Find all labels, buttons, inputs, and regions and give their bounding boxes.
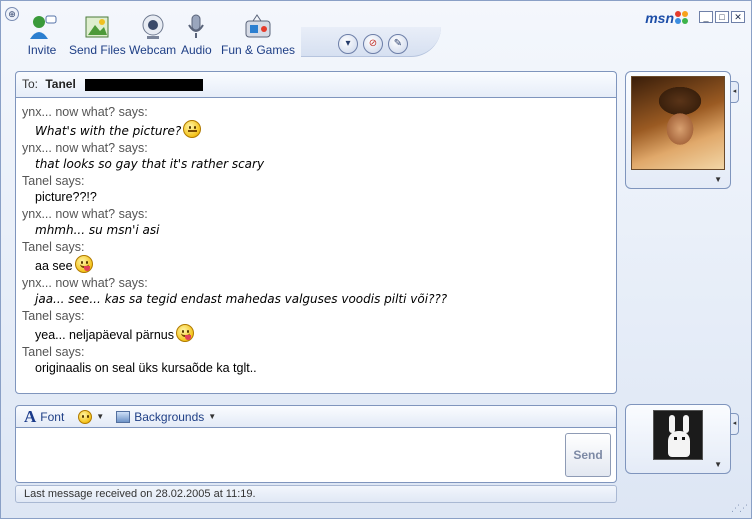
invite-button[interactable]: Invite [27, 13, 57, 57]
message-text: aa see [22, 255, 610, 275]
message-text: What's with the picture? [22, 120, 610, 140]
message-text-content: What's with the picture? [35, 124, 182, 138]
contact-name[interactable]: Tanel [45, 77, 75, 91]
message-text-content: that looks so gay that it's rather scary [35, 157, 265, 171]
backgrounds-button[interactable]: Backgrounds ▼ [116, 410, 216, 424]
message-text: jaa... see... kas sa tegid endast maheda… [22, 291, 610, 308]
message-text: originaalis on seal üks kursaõde ka tglt… [22, 360, 610, 377]
message-sender: Tanel says: [22, 240, 85, 254]
conversation-window: ⊕ msn _ □ ✕ Invite Send Files Webcam Aud… [0, 0, 752, 519]
more-button[interactable]: ▾ [338, 34, 358, 54]
send-files-icon [82, 13, 112, 41]
message-sender: ynx... now what? says: [22, 105, 148, 119]
send-files-label: Send Files [69, 43, 126, 57]
message-sender: ynx... now what? says: [22, 141, 148, 155]
chevron-down-icon: ▼ [96, 412, 105, 421]
to-label: To: [22, 77, 39, 91]
redacted-email [85, 78, 204, 91]
collapse-my-picture-tab[interactable]: ◂ [731, 413, 739, 435]
format-toolbar: A Font ▼ Backgrounds ▼ [15, 405, 617, 427]
fun-games-icon [243, 13, 273, 41]
msn-butterfly-icon [675, 11, 689, 25]
contact-picture-frame[interactable]: ▼ [625, 71, 731, 189]
msn-logo: msn [645, 10, 689, 26]
webcam-icon [138, 13, 168, 41]
close-button[interactable]: ✕ [731, 11, 745, 23]
send-files-button[interactable]: Send Files [69, 13, 126, 57]
message-text-content: picture??!? [35, 190, 97, 204]
message-text: mhmh... su msn'i asi [22, 222, 610, 239]
confused-emoticon-icon [183, 120, 202, 138]
tongue-emoticon-icon [175, 324, 194, 342]
maximize-button[interactable]: □ [715, 11, 729, 23]
paint-icon: ✎ [393, 38, 403, 49]
status-bar: Last message received on 28.02.2005 at 1… [15, 485, 617, 503]
message-sender: Tanel says: [22, 345, 85, 359]
resize-grip-icon[interactable]: ⋰⋰ [731, 503, 748, 514]
fun-games-button[interactable]: Fun & Games [221, 13, 295, 57]
my-display-picture [653, 410, 703, 460]
message-text-content: mhmh... su msn'i asi [35, 223, 160, 237]
message-text: yea... neljapäeval pärnus [22, 324, 610, 344]
message-sender: ynx... now what? says: [22, 207, 148, 221]
font-label: Font [40, 409, 65, 424]
audio-label: Audio [181, 43, 212, 57]
more-icon: ▾ [345, 38, 351, 49]
paint-button[interactable]: ✎ [388, 34, 408, 54]
contact-display-picture [631, 76, 725, 170]
message-text-content: yea... neljapäeval pärnus [35, 328, 174, 342]
webcam-button[interactable]: Webcam [129, 13, 176, 57]
font-icon: A [24, 406, 37, 426]
audio-button[interactable]: Audio [181, 13, 212, 57]
msn-logo-text: msn [645, 10, 674, 26]
invite-label: Invite [27, 43, 57, 57]
emoticon-icon [78, 409, 93, 424]
minimize-button[interactable]: _ [699, 11, 713, 23]
message-input[interactable] [15, 427, 617, 483]
font-button[interactable]: A Font [24, 406, 65, 426]
main-toolbar: Invite Send Files Webcam Audio Fun & Gam… [1, 7, 441, 63]
block-button[interactable]: ⊘ [363, 34, 383, 54]
message-sender: Tanel says: [22, 174, 85, 188]
backgrounds-label: Backgrounds [134, 409, 205, 424]
audio-icon [181, 13, 211, 41]
to-bar: To: Tanel [15, 71, 617, 97]
backgrounds-icon [116, 410, 131, 423]
message-text-content: originaalis on seal üks kursaõde ka tglt… [35, 361, 257, 375]
conversation-history[interactable]: ynx... now what? says: What's with the pi… [15, 97, 617, 394]
send-button[interactable]: Send [565, 433, 611, 477]
my-picture-frame[interactable]: ▼ [625, 404, 731, 474]
window-controls: _ □ ✕ [699, 11, 745, 23]
invite-icon [27, 13, 57, 41]
webcam-label: Webcam [129, 43, 177, 57]
chevron-down-icon: ▼ [208, 412, 217, 421]
emoticon-button[interactable]: ▼ [76, 409, 105, 424]
collapse-contact-picture-tab[interactable]: ◂ [731, 81, 739, 103]
fun-games-label: Fun & Games [221, 43, 296, 57]
message-sender: ynx... now what? says: [22, 276, 148, 290]
chevron-down-icon[interactable]: ▼ [714, 175, 722, 184]
block-icon: ⊘ [368, 38, 378, 49]
message-text: picture??!? [22, 189, 610, 206]
chevron-down-icon[interactable]: ▼ [714, 460, 722, 469]
tongue-emoticon-icon [74, 255, 93, 273]
message-text-content: aa see [35, 259, 73, 273]
message-sender: Tanel says: [22, 309, 85, 323]
message-text-content: jaa... see... kas sa tegid endast maheda… [35, 292, 448, 306]
message-text: that looks so gay that it's rather scary [22, 156, 610, 173]
